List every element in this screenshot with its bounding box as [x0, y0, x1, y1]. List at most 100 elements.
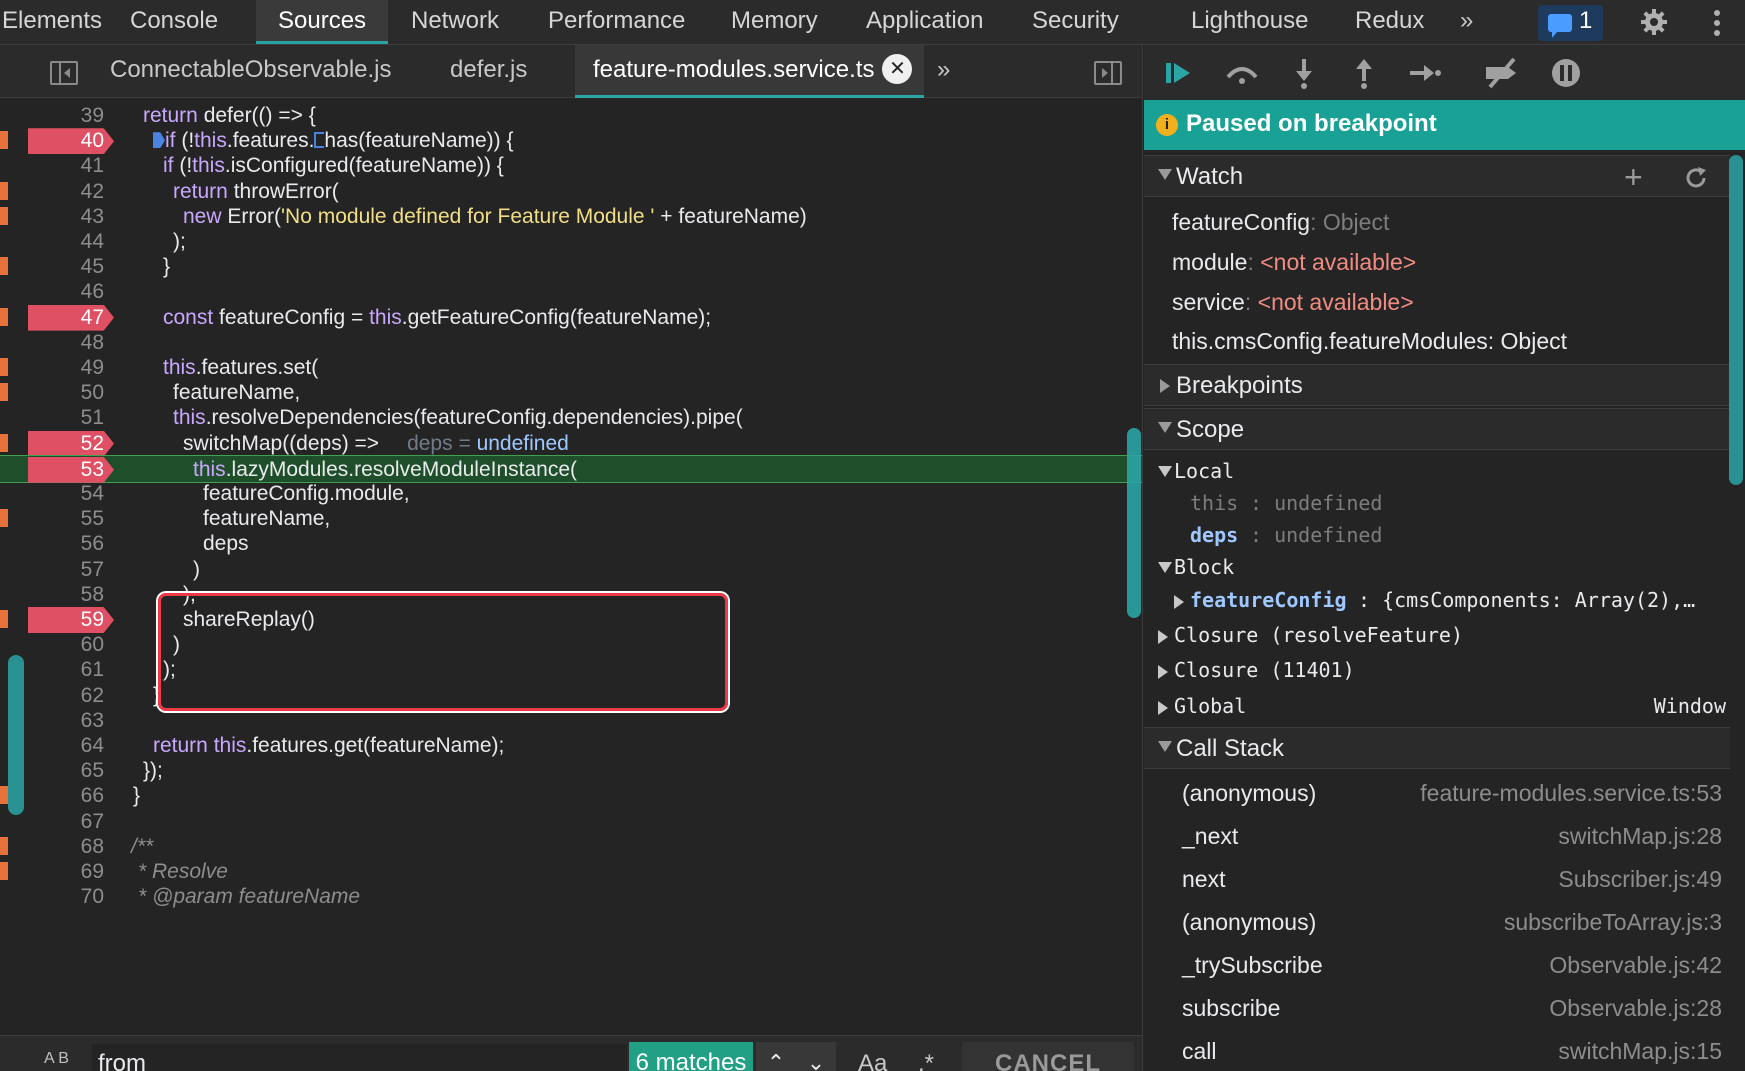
scope-block[interactable]: Block — [1144, 551, 1730, 583]
call-frame[interactable]: subscribe Observable.js:28 — [1182, 989, 1722, 1027]
add-watch-icon[interactable]: + — [1624, 161, 1643, 193]
refresh-icon[interactable] — [1684, 166, 1708, 190]
tab-console[interactable]: Console — [130, 0, 218, 44]
match-case-button[interactable]: Aa — [858, 1046, 887, 1071]
line-number[interactable]: 43 — [30, 203, 106, 231]
line-number[interactable]: 48 — [30, 329, 106, 357]
line-number[interactable]: 46 — [30, 278, 106, 306]
line-number[interactable]: 65 — [30, 757, 106, 785]
line-number[interactable]: 63 — [30, 707, 106, 735]
step-icon[interactable] — [1406, 55, 1442, 91]
call-frame[interactable]: (anonymous) subscribeToArray.js:3 — [1182, 903, 1722, 941]
tab-sources[interactable]: Sources — [256, 0, 389, 44]
gear-icon[interactable] — [1640, 8, 1668, 36]
line-number[interactable]: 57 — [30, 556, 106, 584]
watch-item[interactable]: service: <not available> — [1172, 285, 1414, 319]
more-vert-icon[interactable] — [1710, 8, 1724, 38]
breakpoints-section-header[interactable]: Breakpoints — [1144, 364, 1730, 406]
frame-location: Observable.js:42 — [1549, 952, 1722, 978]
line-number[interactable]: 70 — [30, 883, 106, 911]
line-number[interactable]: 64 — [30, 732, 106, 760]
step-out-icon[interactable] — [1346, 55, 1382, 91]
line-number[interactable]: 42 — [30, 178, 106, 206]
scope-closure[interactable]: Closure (11401) — [1144, 654, 1730, 686]
watch-sep: : — [1310, 209, 1323, 235]
pause-on-exceptions-icon[interactable] — [1548, 55, 1584, 91]
search-next-button[interactable]: ⌄ — [796, 1042, 836, 1071]
replace-toggle-icon[interactable]: A B — [44, 1050, 69, 1068]
tab-elements[interactable]: Elements — [2, 0, 102, 44]
tab-redux[interactable]: Redux — [1355, 0, 1424, 44]
deactivate-breakpoints-icon[interactable] — [1484, 55, 1520, 91]
step-into-icon[interactable] — [1286, 55, 1322, 91]
tab-network[interactable]: Network — [411, 0, 499, 44]
more-tabs-button[interactable]: » — [1460, 0, 1473, 44]
scope-variable[interactable]: featureConfig: {cmsComponents: Array(2),… — [1144, 584, 1730, 616]
line-number[interactable]: 54 — [30, 480, 106, 508]
line-number[interactable]: 61 — [30, 656, 106, 684]
call-frame[interactable]: (anonymous) feature-modules.service.ts:53 — [1182, 774, 1722, 812]
watch-section-header[interactable]: Watch + — [1144, 155, 1730, 197]
editor-scrollbar[interactable] — [1127, 428, 1141, 618]
watch-item[interactable]: this.cmsConfig.featureModules: Object — [1172, 324, 1567, 358]
line-number[interactable]: 50 — [30, 379, 106, 407]
tab-performance[interactable]: Performance — [548, 0, 685, 44]
resume-icon[interactable] — [1162, 55, 1198, 91]
watch-item[interactable]: module: <not available> — [1172, 245, 1416, 279]
search-prev-button[interactable]: ⌃ — [756, 1042, 796, 1071]
line-number[interactable]: 55 — [30, 505, 106, 533]
line-number[interactable]: 69 — [30, 858, 106, 886]
regex-button[interactable]: .* — [918, 1046, 934, 1071]
call-frame[interactable]: next Subscriber.js:49 — [1182, 860, 1722, 898]
line-number[interactable]: 39 — [30, 102, 106, 130]
line-number[interactable]: 52 — [30, 430, 106, 458]
call-frame[interactable]: _trySubscribe Observable.js:42 — [1182, 946, 1722, 984]
watch-item[interactable]: featureConfig: Object — [1172, 205, 1389, 239]
line-number[interactable]: 41 — [30, 152, 106, 180]
line-number[interactable]: 58 — [30, 581, 106, 609]
call-frame[interactable]: call switchMap.js:15 — [1182, 1032, 1722, 1070]
toggle-navigator-icon[interactable] — [50, 61, 78, 85]
line-number[interactable]: 66 — [30, 782, 106, 810]
gutter-scrollbar[interactable] — [8, 655, 24, 815]
code-token: } — [133, 784, 141, 808]
tab-lighthouse[interactable]: Lighthouse — [1191, 0, 1308, 44]
scope-global[interactable]: Global Window — [1144, 690, 1730, 722]
close-icon[interactable]: ✕ — [882, 54, 913, 84]
line-number[interactable]: 59 — [30, 606, 106, 634]
line-number[interactable]: 47 — [30, 304, 106, 332]
code-token: ) — [193, 557, 200, 581]
issues-badge-button[interactable]: 1 — [1538, 5, 1603, 41]
code-area[interactable]: 39 return defer(() => { 40 if (!this.featu… — [0, 100, 1142, 1035]
file-tab-connectable[interactable]: ConnectableObservable.js — [110, 45, 392, 98]
line-number[interactable]: 44 — [30, 228, 106, 256]
tab-memory[interactable]: Memory — [731, 0, 818, 44]
line-number[interactable]: 62 — [30, 682, 106, 710]
scope-section-header[interactable]: Scope — [1144, 408, 1730, 450]
cancel-search-button[interactable]: CANCEL — [962, 1042, 1134, 1071]
line-number[interactable]: 56 — [30, 530, 106, 558]
line-number[interactable]: 45 — [30, 253, 106, 281]
scope-local[interactable]: Local — [1144, 455, 1730, 487]
scope-variable[interactable]: deps: undefined — [1144, 519, 1730, 551]
sidebar-scrollbar[interactable] — [1729, 155, 1743, 485]
call-frame[interactable]: _next switchMap.js:28 — [1182, 817, 1722, 855]
search-input[interactable]: from — [92, 1044, 627, 1071]
frame-function: subscribe — [1182, 995, 1281, 1021]
tab-application[interactable]: Application — [866, 0, 983, 44]
line-number[interactable]: 67 — [30, 808, 106, 836]
line-number[interactable]: 68 — [30, 833, 106, 861]
callstack-section-header[interactable]: Call Stack — [1144, 727, 1730, 769]
step-over-icon[interactable] — [1224, 55, 1260, 91]
scope-closure[interactable]: Closure (resolveFeature) — [1144, 619, 1730, 651]
file-tab-feature-modules[interactable]: feature-modules.service.ts ✕ — [575, 45, 925, 98]
toggle-debugger-icon[interactable] — [1094, 61, 1122, 85]
line-number[interactable]: 51 — [30, 404, 106, 432]
line-number[interactable]: 60 — [30, 631, 106, 659]
line-number[interactable]: 49 — [30, 354, 106, 382]
more-files-button[interactable]: » — [937, 45, 950, 98]
line-number[interactable]: 40 — [30, 127, 106, 155]
tab-security[interactable]: Security — [1032, 0, 1119, 44]
scope-variable[interactable]: this: undefined — [1144, 487, 1730, 519]
file-tab-defer[interactable]: defer.js — [450, 45, 527, 98]
